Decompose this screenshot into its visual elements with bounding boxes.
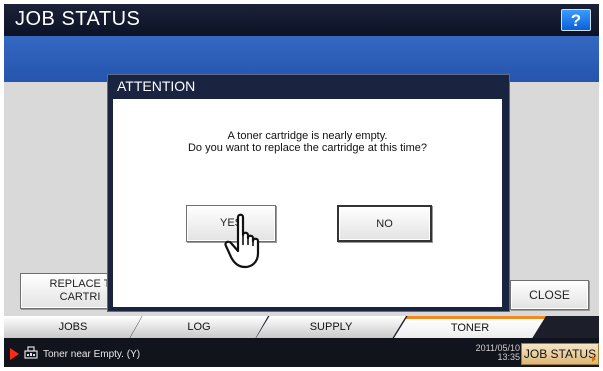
close-button[interactable]: CLOSE	[510, 280, 589, 310]
printer-icon	[24, 346, 38, 359]
hand-pointer-icon	[224, 213, 260, 269]
dialog-message-line2: Do you want to replace the cartridge at …	[187, 142, 428, 154]
alert-arrow-icon[interactable]	[10, 348, 19, 360]
dialog-message: A toner cartridge is nearly empty. Do yo…	[113, 130, 502, 154]
tab-toner[interactable]: TONER	[394, 316, 546, 338]
job-status-button[interactable]: JOB STATUS	[521, 343, 599, 365]
tab-jobs[interactable]: JOBS	[4, 316, 142, 338]
expand-triangle-icon	[592, 356, 596, 362]
status-time: 13:35	[497, 352, 520, 362]
title-bar: JOB STATUS ?	[4, 4, 599, 36]
date-time: 2011/05/10 13:35	[468, 344, 520, 362]
tab-supply[interactable]: SUPPLY	[256, 316, 406, 338]
tab-log[interactable]: LOG	[130, 316, 268, 338]
dialog-message-line1: A toner cartridge is nearly empty.	[227, 130, 388, 142]
job-status-label: JOB STATUS	[523, 347, 597, 361]
help-button[interactable]: ?	[561, 9, 591, 31]
no-button[interactable]: NO	[337, 205, 432, 242]
page-title: JOB STATUS	[15, 8, 141, 30]
status-message: Toner near Empty. (Y)	[43, 349, 141, 360]
help-icon: ?	[570, 11, 582, 30]
dialog-title: ATTENTION	[117, 78, 196, 94]
